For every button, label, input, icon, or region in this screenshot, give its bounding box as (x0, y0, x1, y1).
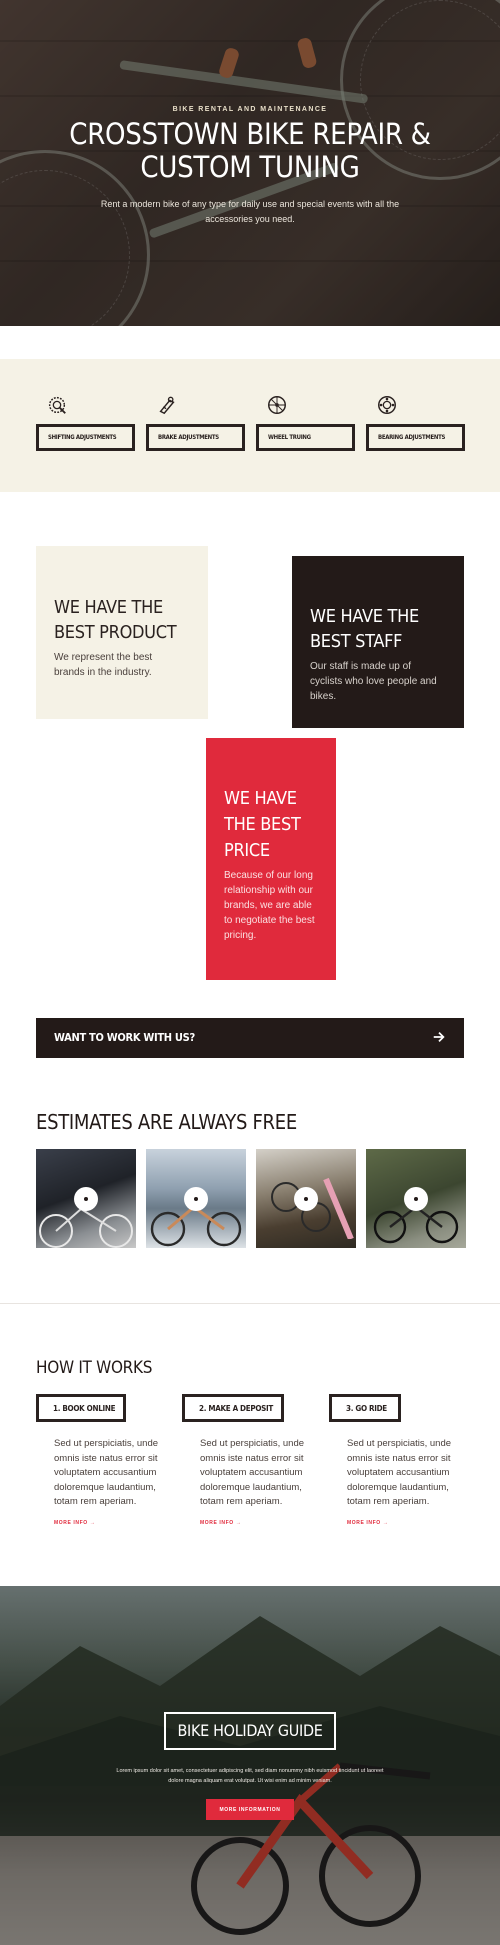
go-ride-button[interactable]: 3. GO RIDE (329, 1394, 401, 1422)
video-thumbnail-3[interactable] (256, 1149, 356, 1248)
hero-title: CROSSTOWN BIKE REPAIR & CUSTOM TUNING (69, 117, 431, 184)
best-price-card: WE HAVE THE BEST PRICE Because of our lo… (206, 738, 336, 980)
banner-title: BIKE HOLIDAY GUIDE (177, 1721, 323, 1740)
wheel-icon (268, 396, 286, 414)
bearing-adjustments-button[interactable]: BEARING ADJUSTMENTS (366, 424, 465, 451)
play-icon[interactable] (184, 1187, 208, 1211)
video-thumbnail-4[interactable] (366, 1149, 466, 1248)
step-make-deposit: 2. MAKE A DEPOSIT Sed ut perspiciatis, u… (182, 1394, 312, 1526)
bearing-icon (378, 396, 396, 414)
make-deposit-button[interactable]: 2. MAKE A DEPOSIT (182, 1394, 284, 1422)
best-staff-card: WE HAVE THE BEST STAFF Our staff is made… (292, 556, 464, 728)
step-text: Sed ut perspiciatis, unde omnis iste nat… (54, 1438, 159, 1507)
gear-shift-icon (48, 396, 66, 414)
step-book-online: 1. BOOK ONLINE Sed ut perspiciatis, unde… (36, 1394, 166, 1526)
more-info-link[interactable]: MORE INFO → (54, 1520, 166, 1526)
shifting-adjustments-button[interactable]: SHIFTING ADJUSTMENTS (36, 424, 135, 451)
more-info-link[interactable]: MORE INFO → (200, 1520, 312, 1526)
best-product-text: We represent the best brands in the indu… (54, 652, 153, 678)
more-information-button[interactable]: MORE INFORMATION (206, 1799, 294, 1820)
banner-text: Lorem ipsum dolor sit amet, consectetuer… (116, 1768, 384, 1784)
best-staff-title: WE HAVE THE BEST STAFF (310, 606, 419, 652)
brake-icon (159, 396, 175, 415)
brake-adjustments-button[interactable]: BRAKE ADJUSTMENTS (146, 424, 245, 451)
play-icon[interactable] (294, 1187, 318, 1211)
best-staff-text: Our staff is made up of cyclists who lov… (310, 661, 437, 702)
play-icon[interactable] (404, 1187, 428, 1211)
step-text: Sed ut perspiciatis, unde omnis iste nat… (347, 1438, 452, 1507)
best-price-text: Because of our long relationship with ou… (224, 870, 315, 941)
best-product-title: WE HAVE THE BEST PRODUCT (54, 597, 177, 643)
holiday-guide-banner: BIKE HOLIDAY GUIDE Lorem ipsum dolor sit… (0, 1586, 500, 1945)
play-icon[interactable] (74, 1187, 98, 1211)
work-with-us-label: WANT TO WORK WITH US? (54, 1031, 195, 1044)
video-thumbnail-2[interactable] (146, 1149, 246, 1248)
service-brake: BRAKE ADJUSTMENTS (146, 394, 246, 451)
banner-title-box: BIKE HOLIDAY GUIDE (164, 1712, 336, 1750)
section-divider (0, 1303, 500, 1304)
best-price-title: WE HAVE THE BEST PRICE (224, 788, 301, 861)
wheel-truing-button[interactable]: WHEEL TRUING (256, 424, 355, 451)
video-thumbnail-1[interactable] (36, 1149, 136, 1248)
services-strip: SHIFTING ADJUSTMENTS BRAKE ADJUSTMENTS W… (0, 359, 500, 492)
how-it-works-title: HOW IT WORKS (36, 1358, 153, 1378)
service-wheel: WHEEL TRUING (256, 394, 356, 451)
book-online-button[interactable]: 1. BOOK ONLINE (36, 1394, 126, 1422)
step-text: Sed ut perspiciatis, unde omnis iste nat… (200, 1438, 305, 1507)
hero-subtitle: Rent a modern bike of any type for daily… (100, 199, 400, 224)
hero-section: BIKE RENTAL AND MAINTENANCE CROSSTOWN BI… (0, 0, 500, 326)
estimates-title: ESTIMATES ARE ALWAYS FREE (36, 1110, 297, 1134)
service-bearing: BEARING ADJUSTMENTS (366, 394, 466, 451)
step-go-ride: 3. GO RIDE Sed ut perspiciatis, unde omn… (329, 1394, 459, 1526)
work-with-us-bar[interactable]: WANT TO WORK WITH US? (36, 1018, 464, 1058)
service-shifting: SHIFTING ADJUSTMENTS (36, 394, 136, 451)
arrow-right-icon[interactable] (432, 1030, 446, 1044)
hero-kicker: BIKE RENTAL AND MAINTENANCE (172, 106, 328, 113)
best-product-card: WE HAVE THE BEST PRODUCT We represent th… (36, 546, 208, 719)
more-info-link[interactable]: MORE INFO → (347, 1520, 459, 1526)
